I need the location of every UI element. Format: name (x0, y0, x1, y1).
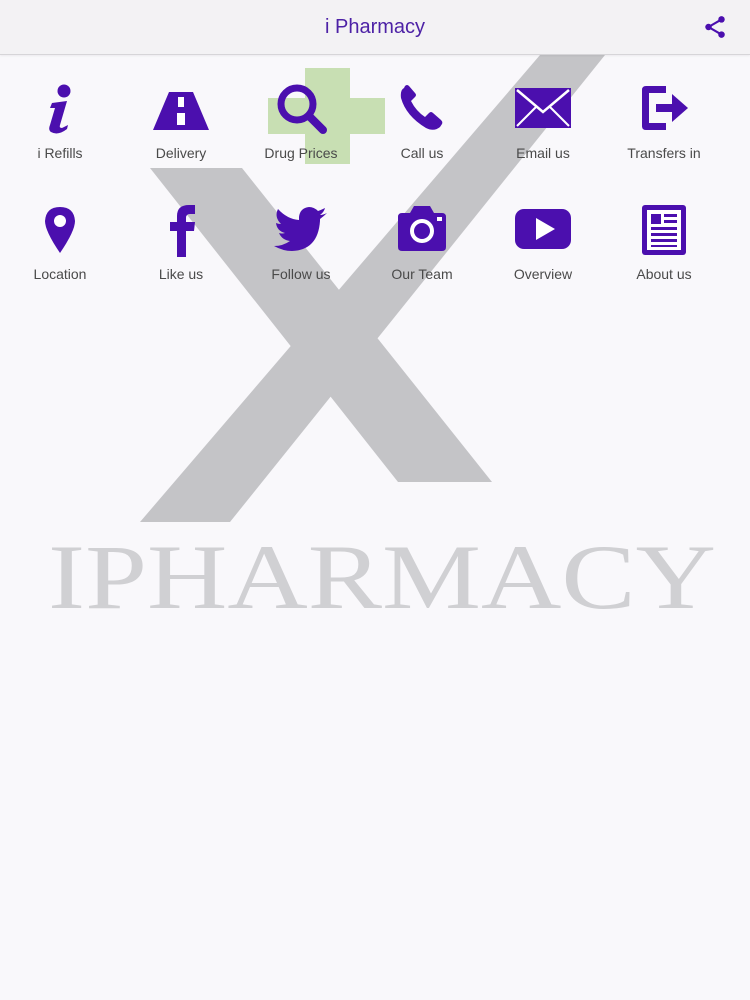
facebook-icon (153, 201, 209, 257)
tile-overview[interactable]: Overview (483, 193, 603, 293)
tile-our-team[interactable]: Our Team (362, 193, 482, 293)
twitter-icon (273, 201, 329, 257)
app-screen: i Pharmacy IPHARMACY i Refills Delivery … (0, 0, 750, 1000)
tile-label: About us (636, 266, 692, 282)
page-title: i Pharmacy (324, 16, 426, 38)
tile-label: Email us (516, 145, 570, 161)
share-button[interactable] (702, 14, 728, 40)
top-app-bar: i Pharmacy (0, 0, 750, 55)
tile-i-refills[interactable]: i Refills (0, 72, 120, 172)
tile-like-us[interactable]: Like us (121, 193, 241, 293)
map-pin-icon (32, 201, 88, 257)
youtube-play-icon (515, 201, 571, 257)
share-icon (705, 16, 725, 38)
tile-call-us[interactable]: Call us (362, 72, 482, 172)
tile-about-us[interactable]: About us (604, 193, 724, 293)
camera-icon (394, 201, 450, 257)
road-icon (153, 80, 209, 136)
tile-email-us[interactable]: Email us (483, 72, 603, 172)
tile-label: Call us (400, 145, 444, 161)
tile-follow-us[interactable]: Follow us (241, 193, 361, 293)
tile-label: Delivery (155, 145, 207, 161)
tile-location[interactable]: Location (0, 193, 120, 293)
tile-transfers-in[interactable]: Transfers in (604, 72, 724, 172)
tile-delivery[interactable]: Delivery (121, 72, 241, 172)
tile-label: Our Team (391, 266, 453, 282)
search-icon (273, 80, 329, 136)
tile-label: Location (33, 266, 87, 282)
tile-label: Drug Prices (264, 145, 338, 161)
tile-label: Overview (513, 266, 573, 282)
tile-drug-prices[interactable]: Drug Prices (241, 72, 361, 172)
tile-label: Like us (158, 266, 204, 282)
phone-icon (394, 80, 450, 136)
info-icon (32, 80, 88, 136)
watermark-brand-text: IPHARMACY (48, 526, 716, 628)
sign-in-icon (636, 80, 692, 136)
tile-label: Follow us (271, 266, 331, 282)
newspaper-icon (636, 201, 692, 257)
envelope-icon (515, 80, 571, 136)
tile-label: Transfers in (627, 145, 701, 161)
tile-label: i Refills (37, 145, 83, 161)
